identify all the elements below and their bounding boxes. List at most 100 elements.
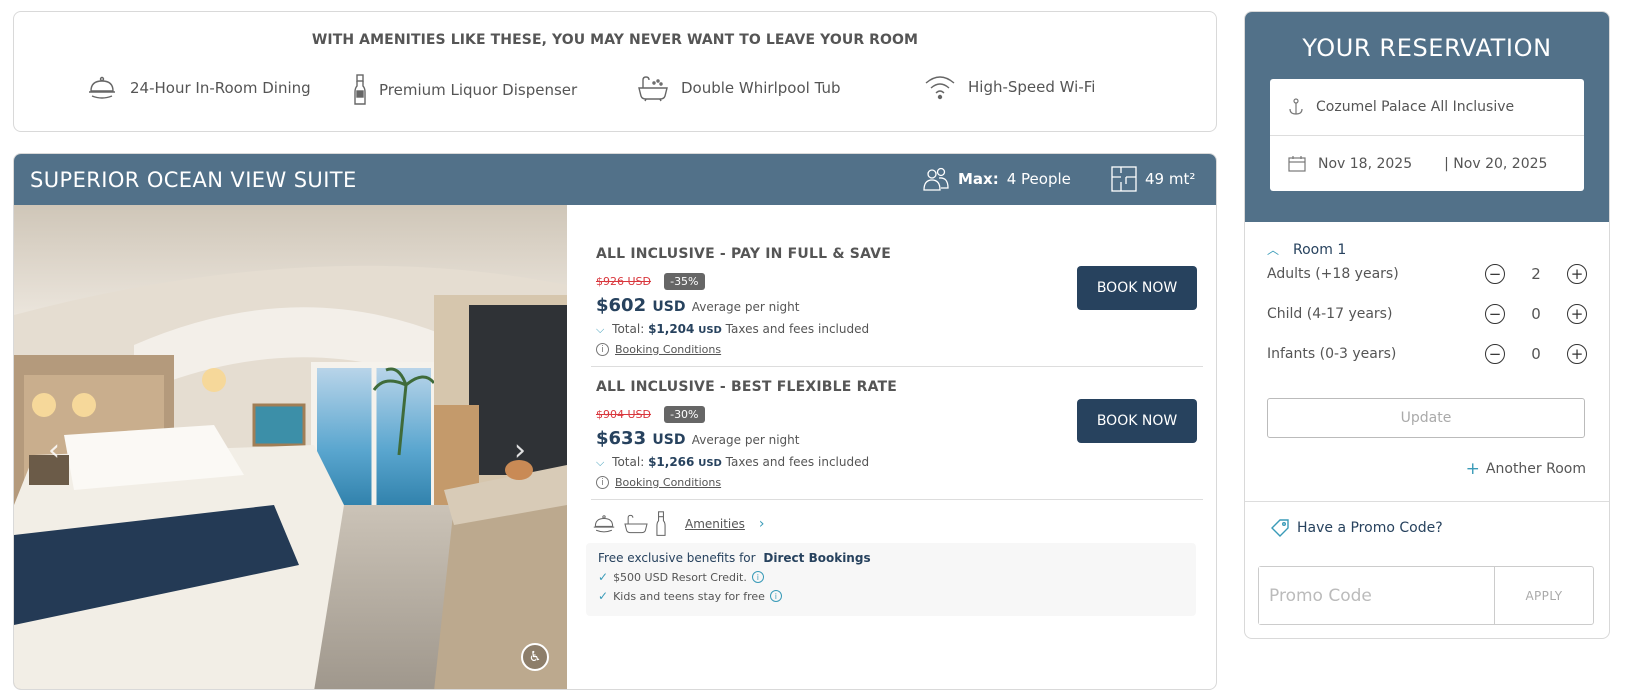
total-value: $1,266 xyxy=(648,455,695,469)
rate-total-line[interactable]: ⌵ Total: $1,266 USD Taxes and fees inclu… xyxy=(596,455,1196,470)
total-label: Total: xyxy=(612,455,645,469)
rate-name: ALL INCLUSIVE - PAY IN FULL & SAVE xyxy=(596,246,891,262)
booking-conditions-link[interactable]: Booking Conditions xyxy=(615,476,721,489)
plus-icon[interactable]: + xyxy=(1567,304,1587,324)
promo-code-input[interactable] xyxy=(1259,567,1495,624)
benefit-item: ✓ Kids and teens stay for free i xyxy=(598,589,1184,603)
check-in-date[interactable]: Nov 18, 2025 xyxy=(1318,156,1412,172)
room-photo[interactable]: ‹ › ♿ xyxy=(14,205,567,689)
benefits-heading: Free exclusive benefits for Direct Booki… xyxy=(598,551,1184,565)
guest-row-child: Child (4-17 years) − 0 + xyxy=(1267,304,1587,324)
booking-conditions[interactable]: i Booking Conditions xyxy=(596,476,1196,489)
photo-next-arrow[interactable]: › xyxy=(514,433,526,468)
amenities-link[interactable]: Amenities xyxy=(685,517,745,531)
panel-divider xyxy=(1245,501,1609,502)
rate-currency: USD xyxy=(652,432,686,448)
booking-conditions[interactable]: i Booking Conditions xyxy=(596,343,1196,356)
chevron-down-icon[interactable]: ⌵ xyxy=(596,323,604,336)
chevron-up-icon[interactable]: ︿ xyxy=(1267,241,1279,258)
room-amenities-row[interactable]: Amenities › xyxy=(591,511,765,537)
capacity-label: Max: xyxy=(958,170,999,188)
calendar-icon xyxy=(1288,155,1306,172)
info-icon[interactable]: i xyxy=(751,571,764,583)
guest-row-infants: Infants (0-3 years) − 0 + xyxy=(1267,344,1587,364)
taxes-label: Taxes and fees included xyxy=(725,322,870,336)
minus-icon[interactable]: − xyxy=(1485,344,1505,364)
liquor-bottle-icon xyxy=(354,74,366,105)
discount-badge: -35% xyxy=(664,273,705,290)
guest-label: Adults (+18 years) xyxy=(1267,266,1399,282)
photo-prev-arrow[interactable]: ‹ xyxy=(48,433,60,468)
guest-count: 2 xyxy=(1531,265,1541,283)
wifi-icon xyxy=(925,76,955,100)
guest-row-adults: Adults (+18 years) − 2 + xyxy=(1267,264,1587,284)
total-currency: USD xyxy=(698,325,722,336)
amenity-item-dining: 24-Hour In-Room Dining xyxy=(86,74,311,102)
amenity-item-wifi: High-Speed Wi-Fi xyxy=(924,74,1095,100)
size-value: 49 mt² xyxy=(1145,170,1196,188)
dates-field[interactable]: Nov 18, 2025 | Nov 20, 2025 xyxy=(1270,135,1584,191)
room-size: 49 mt² xyxy=(1111,166,1195,192)
info-icon[interactable]: i xyxy=(769,590,782,602)
plus-icon: + xyxy=(1465,459,1480,479)
chevron-right-icon[interactable]: › xyxy=(759,516,765,532)
room-1-toggle[interactable]: ︿ Room 1 xyxy=(1267,241,1346,258)
rate-old-price: $904 USD xyxy=(596,408,651,421)
minus-icon[interactable]: − xyxy=(1485,304,1505,324)
amenity-label: High-Speed Wi-Fi xyxy=(968,78,1096,96)
discount-badge: -30% xyxy=(664,406,705,423)
amenity-label: Premium Liquor Dispenser xyxy=(379,81,578,99)
room-1-label: Room 1 xyxy=(1293,241,1347,258)
minus-icon[interactable]: − xyxy=(1485,264,1505,284)
rate-total-line[interactable]: ⌵ Total: $1,204 USD Taxes and fees inclu… xyxy=(596,322,1196,337)
amenity-item-tub: Double Whirlpool Tub xyxy=(637,74,841,102)
rate-name: ALL INCLUSIVE - BEST FLEXIBLE RATE xyxy=(596,379,898,395)
book-now-button-1[interactable]: BOOK NOW xyxy=(1077,266,1197,310)
taxes-label: Taxes and fees included xyxy=(725,455,870,469)
book-now-button-2[interactable]: BOOK NOW xyxy=(1077,399,1197,443)
hotel-field[interactable]: Cozumel Palace All Inclusive xyxy=(1270,79,1584,135)
plus-icon[interactable]: + xyxy=(1567,344,1587,364)
rate-old-price: $926 USD xyxy=(596,275,651,288)
promo-code-form: APPLY xyxy=(1258,566,1594,625)
promo-code-toggle[interactable]: Have a Promo Code? xyxy=(1271,519,1443,537)
rate-avg-label: Average per night xyxy=(691,300,800,314)
benefit-item: ✓ $500 USD Resort Credit. i xyxy=(598,570,1184,584)
tag-icon xyxy=(1271,519,1289,537)
add-another-room-button[interactable]: + Another Room xyxy=(1466,459,1586,479)
rate-divider xyxy=(591,499,1203,500)
infants-stepper: − 0 + xyxy=(1485,344,1587,364)
reservation-panel: YOUR RESERVATION Cozumel Palace All Incl… xyxy=(1244,11,1610,639)
another-room-label: Another Room xyxy=(1485,461,1586,477)
accessibility-icon[interactable]: ♿ xyxy=(521,643,549,671)
adults-stepper: − 2 + xyxy=(1485,264,1587,284)
room-card: SUPERIOR OCEAN VIEW SUITE Max: 4 People … xyxy=(13,153,1217,690)
reservation-title: YOUR RESERVATION xyxy=(1302,34,1552,62)
reservation-header: YOUR RESERVATION Cozumel Palace All Incl… xyxy=(1245,12,1609,222)
room-photo-image xyxy=(14,205,567,689)
amenity-label: Double Whirlpool Tub xyxy=(681,79,841,97)
room-title: SUPERIOR OCEAN VIEW SUITE xyxy=(30,167,357,192)
reservation-fields: Cozumel Palace All Inclusive Nov 18, 202… xyxy=(1270,79,1584,191)
total-currency: USD xyxy=(698,458,722,469)
room-service-icon xyxy=(593,515,615,533)
guest-count: 0 xyxy=(1531,305,1541,323)
bathtub-icon xyxy=(624,514,648,534)
total-value: $1,204 xyxy=(648,322,695,336)
info-icon: i xyxy=(596,476,609,489)
chevron-down-icon[interactable]: ⌵ xyxy=(596,456,604,469)
booking-conditions-link[interactable]: Booking Conditions xyxy=(615,343,721,356)
benefits-heading-text: Free exclusive benefits for xyxy=(598,551,756,565)
room-capacity: Max: 4 People xyxy=(922,166,1071,192)
direct-booking-benefits: Free exclusive benefits for Direct Booki… xyxy=(586,543,1196,616)
promo-question: Have a Promo Code? xyxy=(1297,520,1443,536)
update-button[interactable]: Update xyxy=(1267,398,1585,438)
check-out-date[interactable]: | Nov 20, 2025 xyxy=(1444,156,1547,172)
guest-label: Child (4-17 years) xyxy=(1267,306,1393,322)
plus-icon[interactable]: + xyxy=(1567,264,1587,284)
hotel-name: Cozumel Palace All Inclusive xyxy=(1316,99,1515,115)
amenities-banner-title: WITH AMENITIES LIKE THESE, YOU MAY NEVER… xyxy=(311,32,919,48)
apply-button[interactable]: APPLY xyxy=(1495,567,1593,624)
liquor-bottle-icon xyxy=(656,511,666,536)
rate-divider xyxy=(591,366,1203,367)
